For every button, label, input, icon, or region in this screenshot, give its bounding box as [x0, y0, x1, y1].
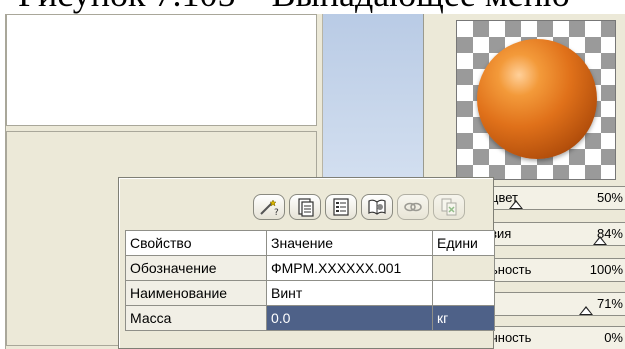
disabled-copy-icon [441, 198, 457, 216]
material-preview [456, 20, 616, 180]
slider-thumb-icon[interactable] [509, 200, 523, 209]
material-row-value: 71% [596, 296, 623, 311]
property-unit-cell [432, 255, 495, 281]
magic-wand-icon: ? [260, 199, 279, 216]
material-row-value: 100% [589, 262, 623, 277]
link-icon [404, 202, 422, 212]
tree-panel[interactable] [6, 14, 317, 126]
document-icon [298, 198, 314, 217]
property-unit-cell [432, 280, 495, 306]
list-icon [333, 198, 349, 216]
slider-thumb-icon[interactable] [579, 306, 593, 315]
property-value-cell[interactable]: Винт [266, 280, 433, 306]
library-icon [368, 199, 386, 215]
table-header-row: Свойство Значение Едини [125, 230, 495, 256]
property-name-cell: Наименование [125, 280, 267, 306]
figure-caption: Рисунок 7.105 – Выпадающее меню [18, 0, 618, 14]
property-value-cell[interactable]: ФМРМ.XXXXXX.001 [266, 255, 433, 281]
material-row-color[interactable]: цвет 50% [484, 186, 625, 210]
material-sphere [477, 39, 597, 159]
library-button[interactable] [361, 194, 393, 220]
column-header-value[interactable]: Значение [266, 230, 433, 256]
material-row-diffusion[interactable]: зия 84% [484, 222, 625, 246]
material-row-shininess[interactable]: 71% [484, 292, 625, 316]
properties-dropdown-window: ? Свойство Значение Едини Обозначение ФМ… [118, 177, 495, 349]
copy-button[interactable] [433, 194, 465, 220]
material-row-transparency[interactable]: чность 0% [484, 326, 625, 349]
column-header-property[interactable]: Свойство [125, 230, 267, 256]
slider-thumb-icon[interactable] [593, 236, 607, 245]
magic-wand-button[interactable]: ? [253, 194, 285, 220]
properties-toolbar: ? [119, 178, 493, 224]
svg-text:?: ? [274, 208, 279, 216]
property-unit-cell: кг [432, 305, 495, 331]
property-value-cell[interactable]: 0.0 [266, 305, 433, 331]
material-row-value: 0% [604, 330, 623, 345]
material-row-value: 50% [596, 190, 623, 205]
material-row-label: ьность [491, 262, 532, 277]
table-row-selected[interactable]: Масса 0.0 кг [125, 305, 495, 331]
material-row-label: чность [491, 330, 532, 345]
material-row-specularity[interactable]: ьность 100% [484, 258, 625, 282]
properties-table: Свойство Значение Едини Обозначение ФМРМ… [125, 230, 495, 331]
table-row[interactable]: Наименование Винт [125, 280, 495, 306]
document-button[interactable] [289, 194, 321, 220]
list-button[interactable] [325, 194, 357, 220]
property-name-cell: Масса [125, 305, 267, 331]
table-row[interactable]: Обозначение ФМРМ.XXXXXX.001 [125, 255, 495, 281]
column-header-unit[interactable]: Едини [432, 230, 495, 256]
link-button[interactable] [397, 194, 429, 220]
property-name-cell: Обозначение [125, 255, 267, 281]
